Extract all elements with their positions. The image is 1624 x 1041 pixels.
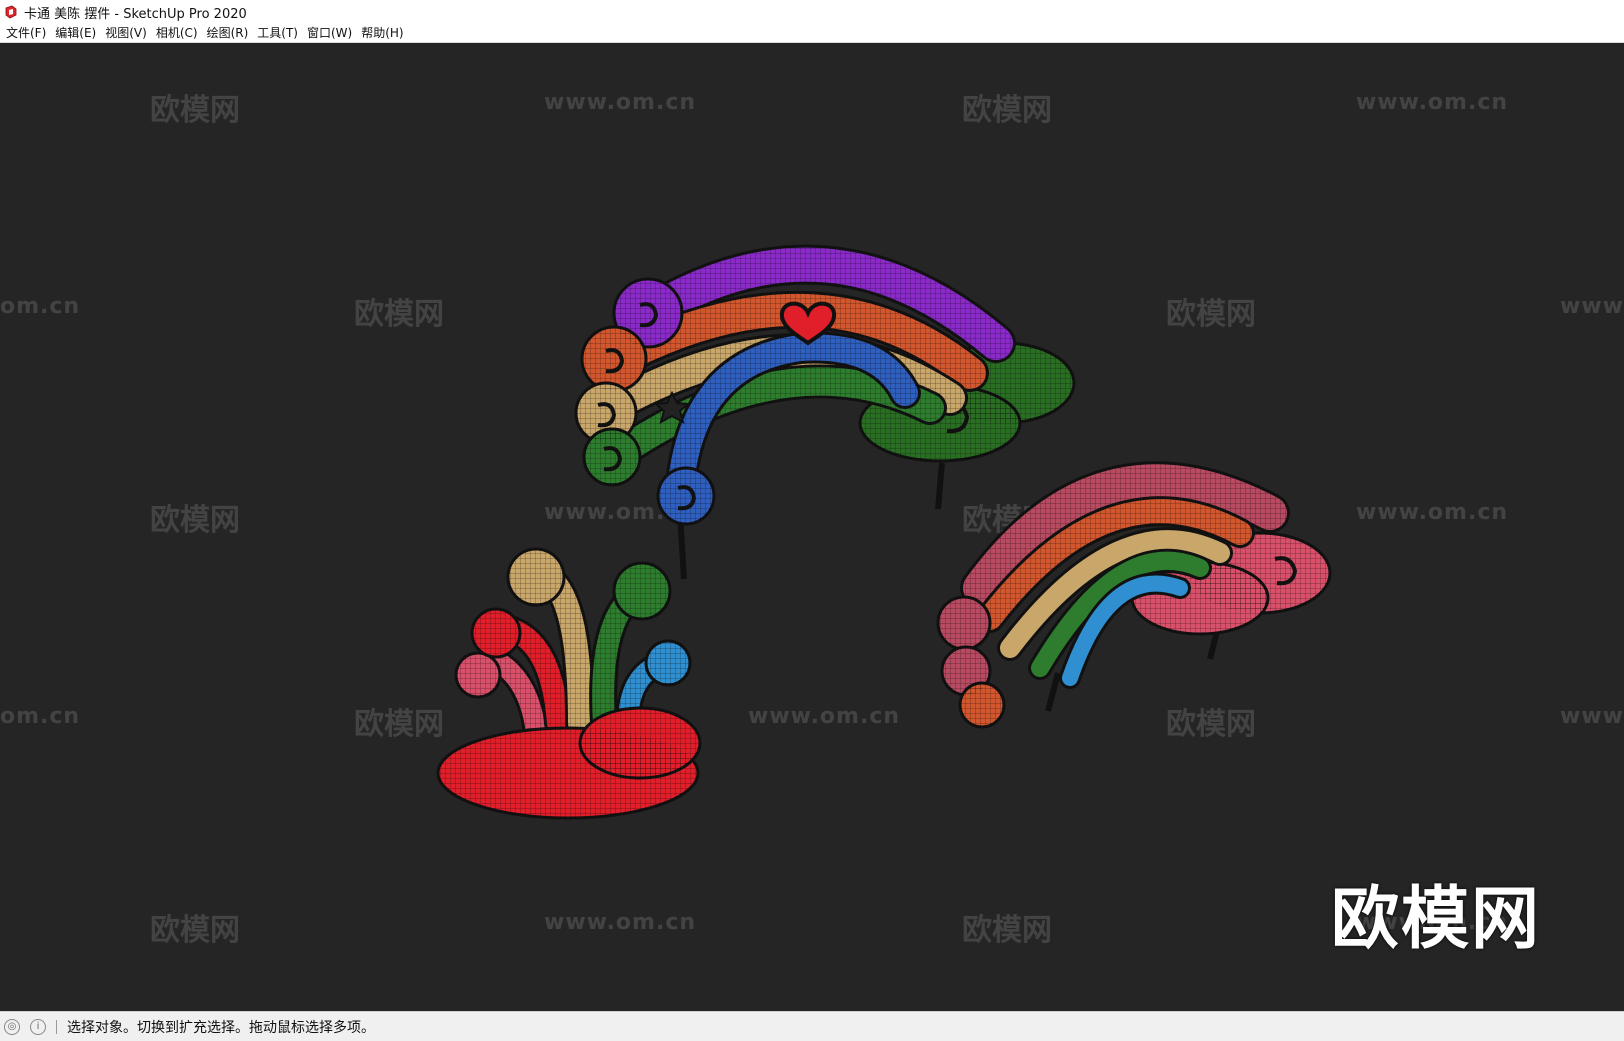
- status-bar: ◎ i 选择对象。切换到扩充选择。拖动鼠标选择多项。: [0, 1011, 1624, 1041]
- menu-edit[interactable]: 编辑(E): [53, 24, 103, 43]
- window-title: 卡通 美陈 摆件 - SketchUp Pro 2020: [24, 6, 247, 22]
- rainbow-model-pink[interactable]: [936, 461, 1332, 729]
- menu-tools[interactable]: 工具(T): [255, 24, 305, 43]
- status-text: 选择对象。切换到扩充选择。拖动鼠标选择多项。: [67, 1019, 375, 1036]
- menu-draw[interactable]: 绘图(R): [205, 24, 256, 43]
- menu-view[interactable]: 视图(V): [103, 24, 154, 43]
- menu-bar: 文件(F) 编辑(E) 视图(V) 相机(C) 绘图(R) 工具(T) 窗口(W…: [0, 24, 1624, 43]
- sketchup-logo-icon: [4, 5, 18, 19]
- menu-window[interactable]: 窗口(W): [305, 24, 359, 43]
- model-viewport[interactable]: 欧模网 www.om.cn 欧模网 www.om.cn om.cn 欧模网 欧模…: [0, 43, 1624, 1011]
- info-icon[interactable]: i: [30, 1018, 46, 1035]
- geo-location-icon[interactable]: ◎: [4, 1018, 20, 1035]
- title-bar: 卡通 美陈 摆件 - SketchUp Pro 2020: [0, 0, 1624, 24]
- menu-file[interactable]: 文件(F): [4, 24, 53, 43]
- rainbow-model-large[interactable]: [574, 244, 1076, 580]
- sketchup-window: 卡通 美陈 摆件 - SketchUp Pro 2020 文件(F) 编辑(E)…: [0, 0, 1624, 1041]
- menu-help[interactable]: 帮助(H): [359, 24, 410, 43]
- rainbow-model-cloud-stems[interactable]: [436, 547, 702, 820]
- menu-camera[interactable]: 相机(C): [154, 24, 205, 43]
- status-divider: [56, 1019, 57, 1034]
- watermark-logo-large: 欧模网: [1331, 880, 1542, 959]
